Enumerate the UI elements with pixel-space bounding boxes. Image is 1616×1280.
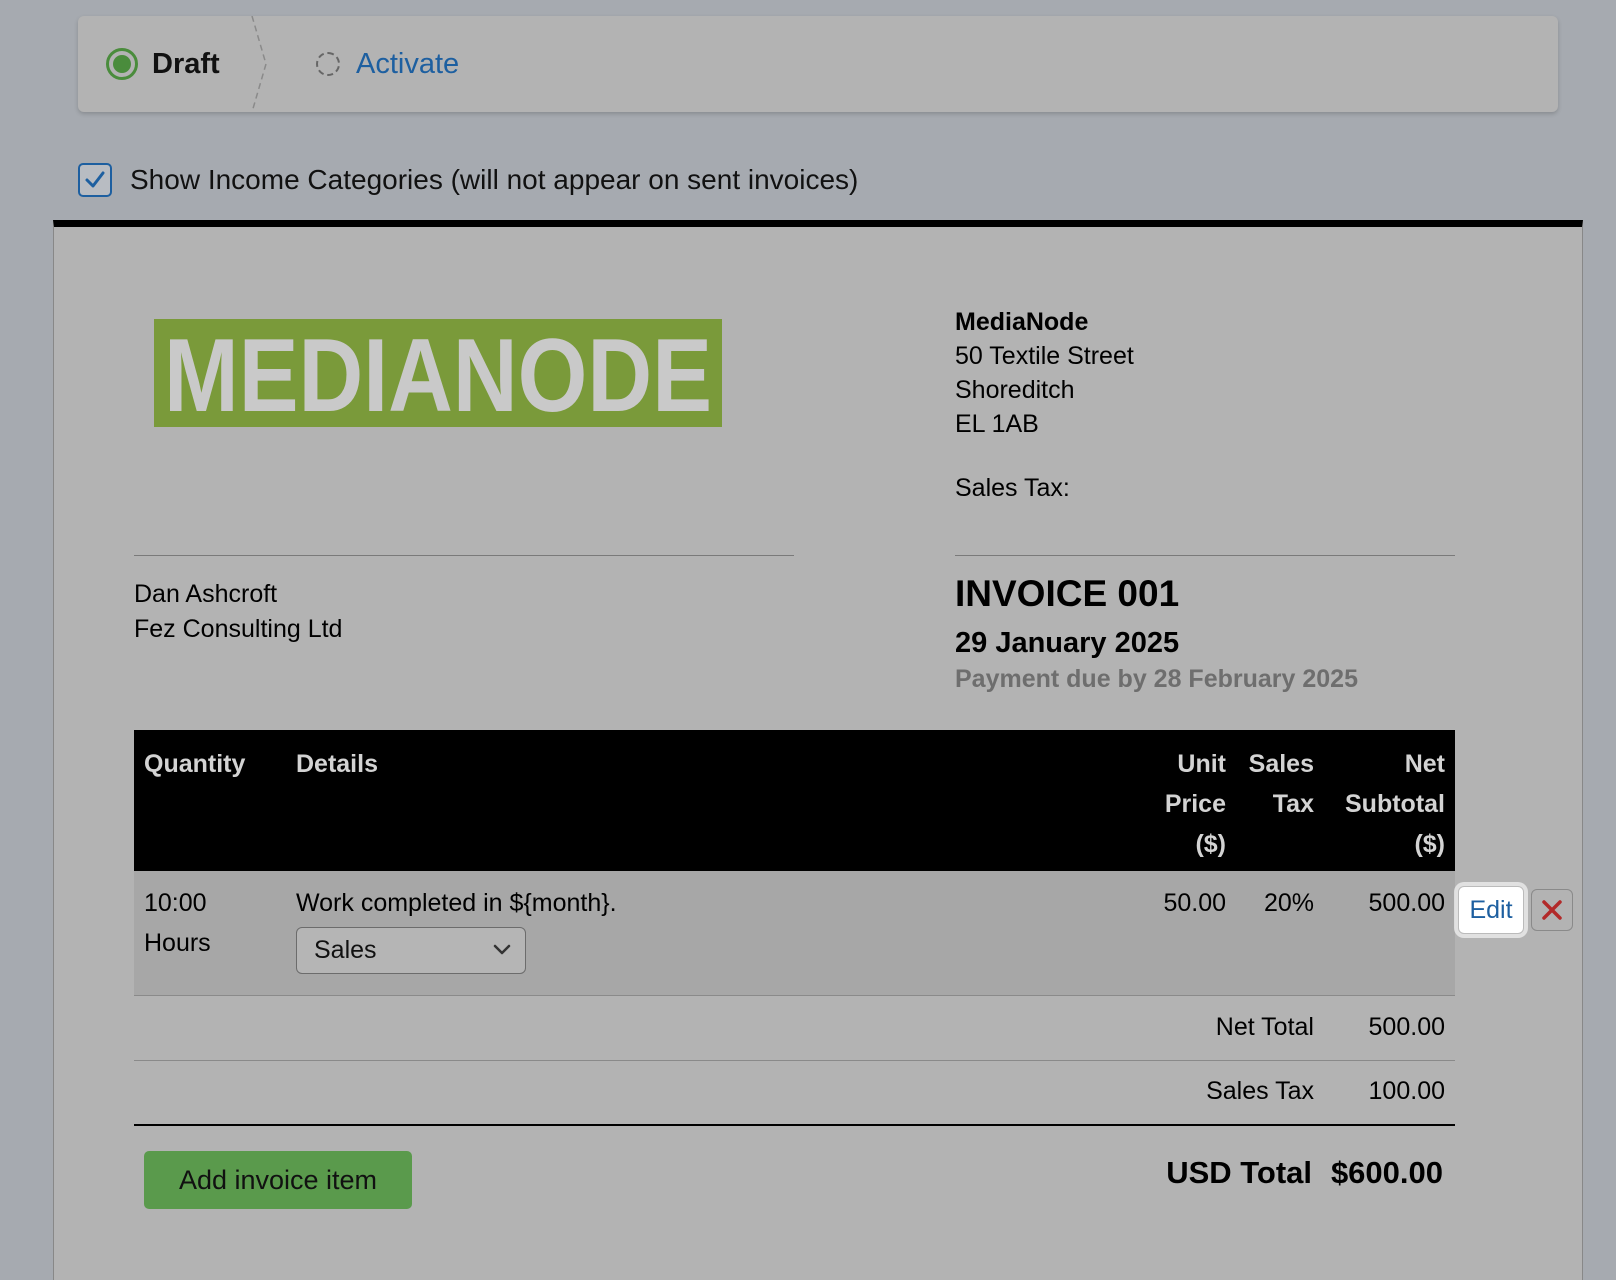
divider xyxy=(134,555,794,556)
sender-postcode: EL 1AB xyxy=(955,410,1039,438)
sender-street: 50 Textile Street xyxy=(955,342,1134,370)
net-total-value: 500.00 xyxy=(1368,1013,1445,1041)
header-unit-price: Unit Price ($) xyxy=(1164,750,1226,858)
recipient-address: Dan Ashcroft Fez Consulting Ltd xyxy=(134,577,342,647)
show-categories-checkbox[interactable] xyxy=(78,163,112,197)
radio-active-icon xyxy=(106,48,138,80)
header-sales-tax: Sales Tax xyxy=(1248,750,1314,818)
recipient-name: Dan Ashcroft xyxy=(134,580,278,608)
recipient-company: Fez Consulting Ltd xyxy=(134,615,343,643)
grand-total-value: $600.00 xyxy=(1330,1155,1443,1190)
invoice-title: INVOICE 001 xyxy=(955,573,1180,614)
chevron-down-icon xyxy=(493,944,511,955)
item-net-subtotal: 500.00 xyxy=(1368,889,1445,917)
edit-item-button[interactable]: Edit xyxy=(1458,886,1524,934)
step-activate-label: Activate xyxy=(356,47,460,80)
step-activate[interactable]: Activate xyxy=(316,16,459,112)
net-total-row: Net Total 500.00 xyxy=(134,997,1455,1061)
svg-text:MEDIANODE: MEDIANODE xyxy=(164,319,712,427)
close-icon xyxy=(1542,900,1562,920)
radio-pending-icon xyxy=(316,52,340,76)
item-sales-tax: 20% xyxy=(1263,889,1314,917)
item-details: Work completed in ${month}. xyxy=(296,889,617,917)
category-select-value: Sales xyxy=(314,936,377,964)
checkmark-icon xyxy=(85,171,105,188)
step-divider xyxy=(251,16,267,112)
header-quantity: Quantity xyxy=(144,750,246,778)
show-categories-label: Show Income Categories (will not appear … xyxy=(130,164,859,195)
sender-name: MediaNode xyxy=(955,308,1089,336)
step-draft[interactable]: Draft xyxy=(106,16,220,112)
invoice-paper: MEDIANODE MediaNode 50 Textile Street Sh… xyxy=(53,220,1583,1280)
header-net-subtotal: Net Subtotal ($) xyxy=(1345,750,1445,858)
company-logo: MEDIANODE xyxy=(154,319,722,427)
divider xyxy=(955,555,1455,556)
sender-sales-tax: Sales Tax: xyxy=(955,474,1070,502)
items-table-header: Quantity Details Unit Price ($) Sales Ta… xyxy=(134,730,1455,871)
sales-tax-value: 100.00 xyxy=(1368,1077,1445,1105)
sender-district: Shoreditch xyxy=(955,376,1075,404)
table-row: 10:00 Hours Work completed in ${month}. … xyxy=(134,871,1455,996)
sender-address: MediaNode 50 Textile Street Shoreditch E… xyxy=(955,305,1134,505)
invoice-due-date: Payment due by 28 February 2025 xyxy=(955,665,1358,693)
net-total-label: Net Total xyxy=(1215,1013,1314,1041)
step-draft-label: Draft xyxy=(152,47,220,80)
header-details: Details xyxy=(296,750,378,778)
sales-tax-label: Sales Tax xyxy=(1206,1077,1314,1105)
status-stepper: Draft Activate xyxy=(78,16,1558,112)
invoice-date: 29 January 2025 xyxy=(955,627,1180,659)
item-unit-price: 50.00 xyxy=(1163,889,1226,917)
show-income-categories[interactable]: Show Income Categories (will not appear … xyxy=(78,160,858,200)
grand-total-label: USD Total xyxy=(1166,1155,1312,1190)
item-quantity: 10:00 Hours xyxy=(144,889,211,957)
category-select[interactable]: Sales xyxy=(296,927,526,974)
delete-item-button[interactable] xyxy=(1531,889,1573,931)
sales-tax-row: Sales Tax 100.00 xyxy=(134,1061,1455,1126)
add-invoice-item-button[interactable]: Add invoice item xyxy=(144,1151,412,1209)
